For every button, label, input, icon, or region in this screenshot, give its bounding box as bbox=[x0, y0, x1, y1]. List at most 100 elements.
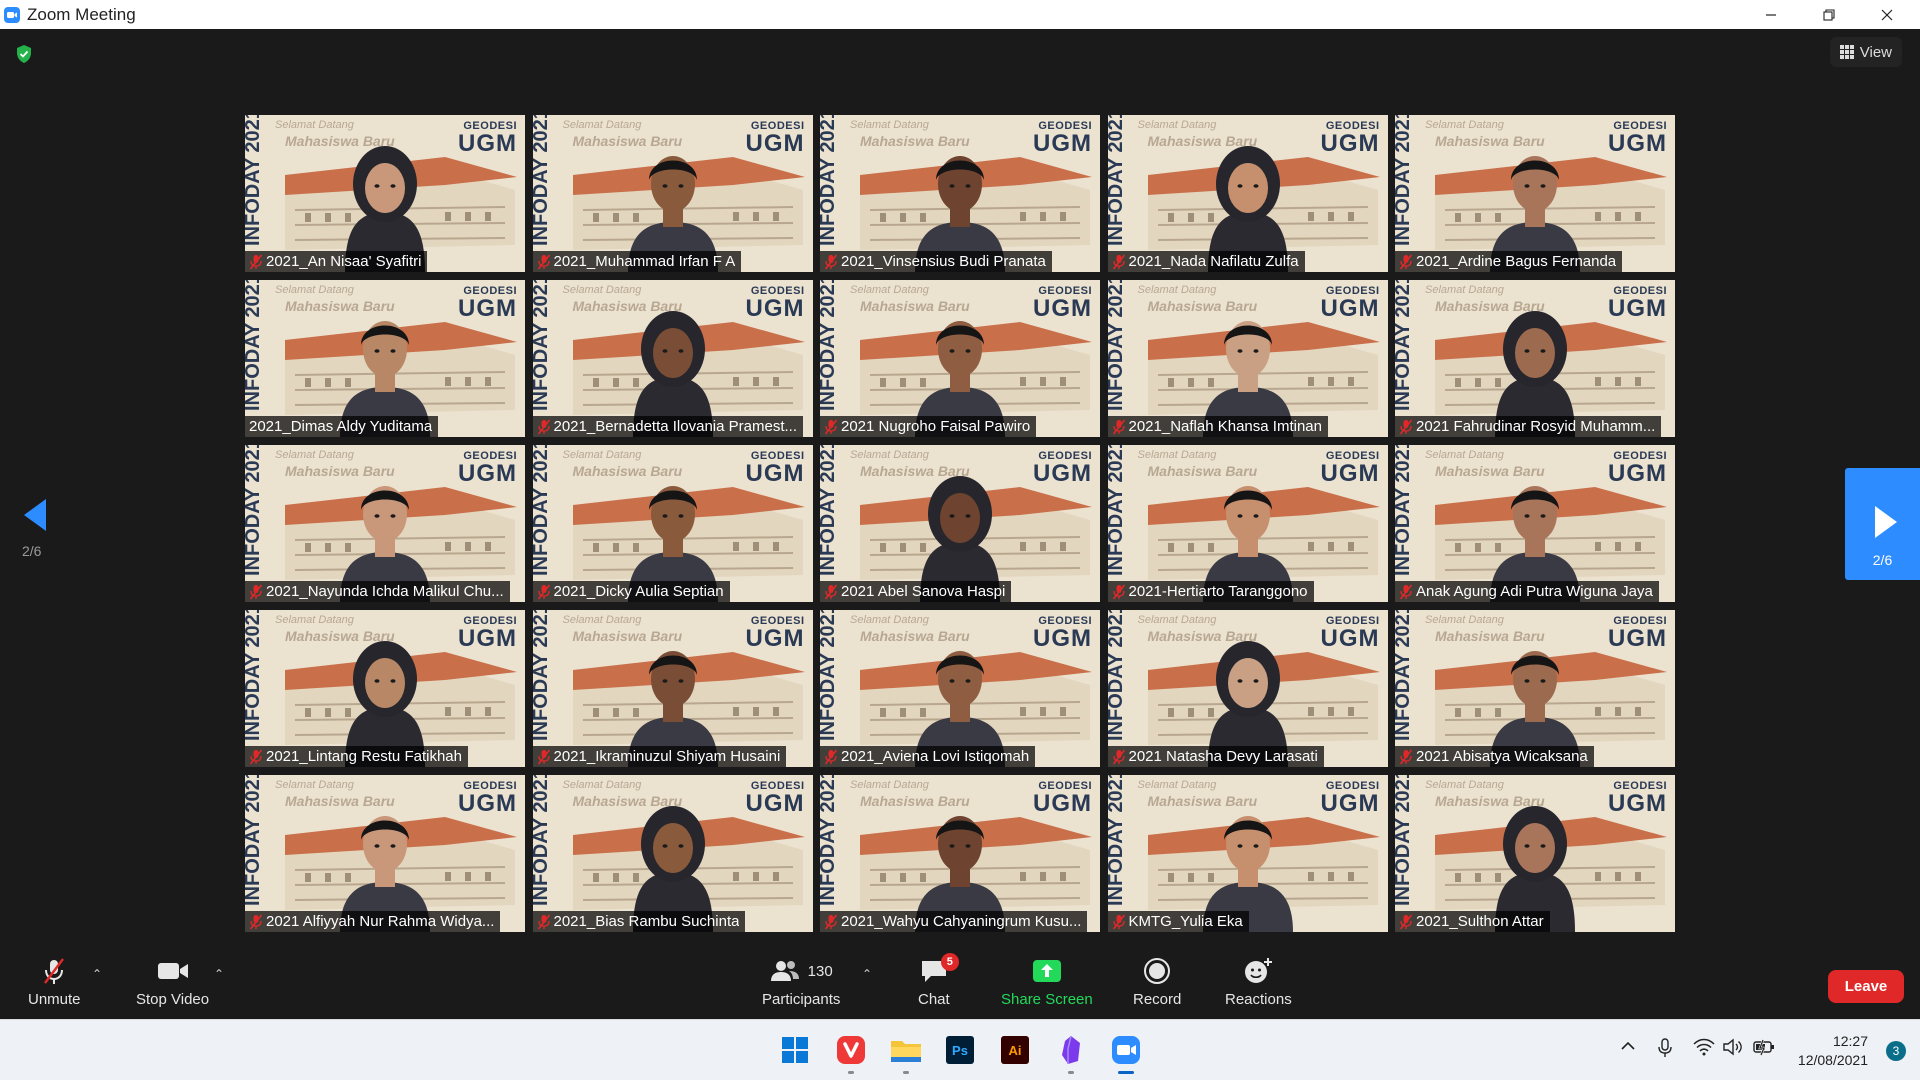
left-arrow-icon bbox=[24, 499, 46, 531]
video-options-caret[interactable]: ⌃ bbox=[214, 967, 224, 981]
geodesi-ugm-logo: GEODESI UGM bbox=[1033, 451, 1092, 486]
participant-name-bar: 2021_Sulthon Attar bbox=[1395, 911, 1550, 932]
participant-video-tile[interactable]: Selamat Datang Mahasiswa Baru GEODESI UG… bbox=[1395, 610, 1675, 767]
participant-video-tile[interactable]: Selamat Datang Mahasiswa Baru GEODESI UG… bbox=[1107, 610, 1388, 767]
taskbar-obsidian[interactable] bbox=[1053, 1032, 1089, 1074]
audio-options-caret[interactable]: ⌃ bbox=[92, 967, 102, 981]
participant-video-tile[interactable]: Selamat Datang Mahasiswa Baru GEODESI UG… bbox=[532, 115, 813, 272]
participant-video-feed bbox=[915, 816, 1005, 932]
participant-video-tile[interactable]: Selamat Datang Mahasiswa Baru GEODESI UG… bbox=[532, 610, 813, 767]
wifi-icon[interactable] bbox=[1693, 1038, 1715, 1060]
battery-icon[interactable] bbox=[1752, 1038, 1776, 1060]
record-button[interactable]: Record bbox=[1133, 955, 1181, 1008]
taskbar-zoom[interactable] bbox=[1108, 1032, 1144, 1074]
participants-button[interactable]: 130 Participants bbox=[762, 955, 840, 1008]
muted-mic-icon bbox=[824, 584, 838, 599]
show-hidden-icons-caret[interactable] bbox=[1620, 1038, 1636, 1058]
close-button[interactable] bbox=[1858, 0, 1916, 29]
participant-video-tile[interactable]: Selamat Datang Mahasiswa Baru GEODESI UG… bbox=[532, 445, 813, 602]
encryption-shield-icon[interactable] bbox=[15, 44, 33, 64]
participant-video-tile[interactable]: Selamat Datang Mahasiswa Baru GEODESI UG… bbox=[1107, 115, 1388, 272]
infoday-vertical-text: INFODAY 2021 bbox=[820, 610, 839, 741]
participant-video-tile[interactable]: Selamat Datang Mahasiswa Baru GEODESI UG… bbox=[820, 775, 1100, 932]
restore-button[interactable] bbox=[1800, 0, 1858, 29]
participant-video-tile[interactable]: Selamat Datang Mahasiswa Baru GEODESI UG… bbox=[1107, 445, 1388, 602]
infoday-vertical-text: INFODAY 2021 bbox=[1395, 445, 1414, 576]
participant-name-bar: 2021_Nada Nafilatu Zulfa bbox=[1107, 251, 1305, 272]
participant-name: 2021_Ikraminuzul Shiyam Husaini bbox=[553, 748, 781, 765]
logo-univ: UGM bbox=[1033, 790, 1092, 817]
participant-video-tile[interactable]: Selamat Datang Mahasiswa Baru GEODESI UG… bbox=[1107, 775, 1388, 932]
participant-video-tile[interactable]: Selamat Datang Mahasiswa Baru GEODESI UG… bbox=[820, 115, 1100, 272]
participant-video-tile[interactable]: Selamat Datang Mahasiswa Baru GEODESI UG… bbox=[1107, 280, 1388, 437]
window-title: Zoom Meeting bbox=[27, 4, 136, 24]
infoday-vertical-text: INFODAY 2021 bbox=[245, 610, 264, 741]
participant-video-tile[interactable]: Selamat Datang Mahasiswa Baru GEODESI UG… bbox=[245, 115, 525, 272]
obsidian-icon bbox=[1062, 1035, 1080, 1064]
notification-badge[interactable]: 3 bbox=[1886, 1041, 1906, 1061]
muted-microphone-icon bbox=[39, 955, 69, 987]
participant-name: 2021_Aviena Lovi Istiqomah bbox=[841, 748, 1030, 765]
participant-name: 2021_Nayunda Ichda Malikul Chu... bbox=[266, 583, 504, 600]
participant-video-feed bbox=[1490, 651, 1580, 767]
participant-video-tile[interactable]: Selamat Datang Mahasiswa Baru GEODESI UG… bbox=[820, 280, 1100, 437]
geodesi-ugm-logo: GEODESI UGM bbox=[1321, 781, 1380, 816]
participant-video-tile[interactable]: Selamat Datang Mahasiswa Baru GEODESI UG… bbox=[1395, 280, 1675, 437]
participant-video-tile[interactable]: Selamat Datang Mahasiswa Baru GEODESI UG… bbox=[245, 445, 525, 602]
minimize-button[interactable] bbox=[1742, 0, 1800, 29]
muted-mic-icon bbox=[1112, 749, 1125, 764]
previous-page-button[interactable]: 2/6 bbox=[22, 499, 52, 559]
geodesi-ugm-logo: GEODESI UGM bbox=[458, 781, 517, 816]
taskbar-file-explorer[interactable] bbox=[888, 1032, 924, 1074]
logo-univ: UGM bbox=[1033, 130, 1092, 157]
infoday-vertical-text: INFODAY 2021 bbox=[820, 775, 839, 906]
page-indicator-left: 2/6 bbox=[22, 543, 42, 559]
participant-video-tile[interactable]: Selamat Datang Mahasiswa Baru GEODESI UG… bbox=[532, 280, 813, 437]
taskbar-illustrator[interactable]: Ai bbox=[997, 1032, 1033, 1068]
participant-video-tile[interactable]: Selamat Datang Mahasiswa Baru GEODESI UG… bbox=[820, 610, 1100, 767]
logo-univ: UGM bbox=[745, 790, 805, 817]
logo-univ: UGM bbox=[745, 625, 805, 652]
volume-icon[interactable] bbox=[1723, 1038, 1743, 1060]
participant-video-feed bbox=[1207, 641, 1288, 767]
participant-video-tile[interactable]: Selamat Datang Mahasiswa Baru GEODESI UG… bbox=[1395, 775, 1675, 932]
microphone-tray-icon[interactable] bbox=[1657, 1038, 1673, 1062]
participant-name-bar: 2021_Naflah Khansa Imtinan bbox=[1107, 416, 1328, 437]
geodesi-ugm-logo: GEODESI UGM bbox=[746, 121, 805, 156]
next-page-button[interactable]: 2/6 bbox=[1845, 468, 1920, 580]
participant-name: 2021_Nada Nafilatu Zulfa bbox=[1128, 253, 1299, 270]
leave-button[interactable]: Leave bbox=[1828, 970, 1904, 1003]
participant-video-tile[interactable]: Selamat Datang Mahasiswa Baru GEODESI UG… bbox=[532, 775, 813, 932]
muted-mic-icon bbox=[537, 749, 550, 764]
view-button[interactable]: View bbox=[1829, 37, 1902, 67]
start-button[interactable] bbox=[777, 1032, 813, 1068]
logo-univ: UGM bbox=[1608, 295, 1667, 322]
participant-video-tile[interactable]: Selamat Datang Mahasiswa Baru GEODESI UG… bbox=[245, 610, 525, 767]
participant-video-feed bbox=[340, 816, 430, 932]
participant-video-tile[interactable]: Selamat Datang Mahasiswa Baru GEODESI UG… bbox=[245, 280, 525, 437]
share-screen-label: Share Screen bbox=[1001, 991, 1093, 1008]
unmute-button[interactable]: Unmute bbox=[28, 955, 81, 1008]
chat-button[interactable]: 5 Chat bbox=[918, 953, 959, 1008]
share-screen-button[interactable]: Share Screen bbox=[1001, 955, 1093, 1008]
logo-univ: UGM bbox=[745, 295, 805, 322]
stop-video-label: Stop Video bbox=[136, 991, 210, 1008]
participant-video-feed bbox=[627, 156, 718, 272]
taskbar-photoshop[interactable]: Ps bbox=[942, 1032, 978, 1068]
logo-univ: UGM bbox=[1033, 295, 1092, 322]
geodesi-ugm-logo: GEODESI UGM bbox=[1033, 781, 1092, 816]
geodesi-ugm-logo: GEODESI UGM bbox=[746, 286, 805, 321]
reactions-button[interactable]: Reactions bbox=[1225, 955, 1292, 1008]
stop-video-button[interactable]: Stop Video bbox=[136, 955, 209, 1008]
participant-video-tile[interactable]: Selamat Datang Mahasiswa Baru GEODESI UG… bbox=[1395, 445, 1675, 602]
participant-name: 2021_An Nisaa' Syafitri bbox=[266, 253, 422, 270]
system-clock[interactable]: 12:27 12/08/2021 bbox=[1798, 1032, 1868, 1070]
participants-options-caret[interactable]: ⌃ bbox=[862, 967, 872, 981]
participant-video-tile[interactable]: Selamat Datang Mahasiswa Baru GEODESI UG… bbox=[1395, 115, 1675, 272]
participant-name-bar: 2021_Aviena Lovi Istiqomah bbox=[820, 746, 1036, 767]
taskbar-vivaldi[interactable] bbox=[833, 1032, 869, 1074]
participant-video-tile[interactable]: Selamat Datang Mahasiswa Baru GEODESI UG… bbox=[245, 775, 525, 932]
geodesi-ugm-logo: GEODESI UGM bbox=[1608, 451, 1667, 486]
infoday-vertical-text: INFODAY 2021 bbox=[532, 610, 552, 741]
participant-video-tile[interactable]: Selamat Datang Mahasiswa Baru GEODESI UG… bbox=[820, 445, 1100, 602]
